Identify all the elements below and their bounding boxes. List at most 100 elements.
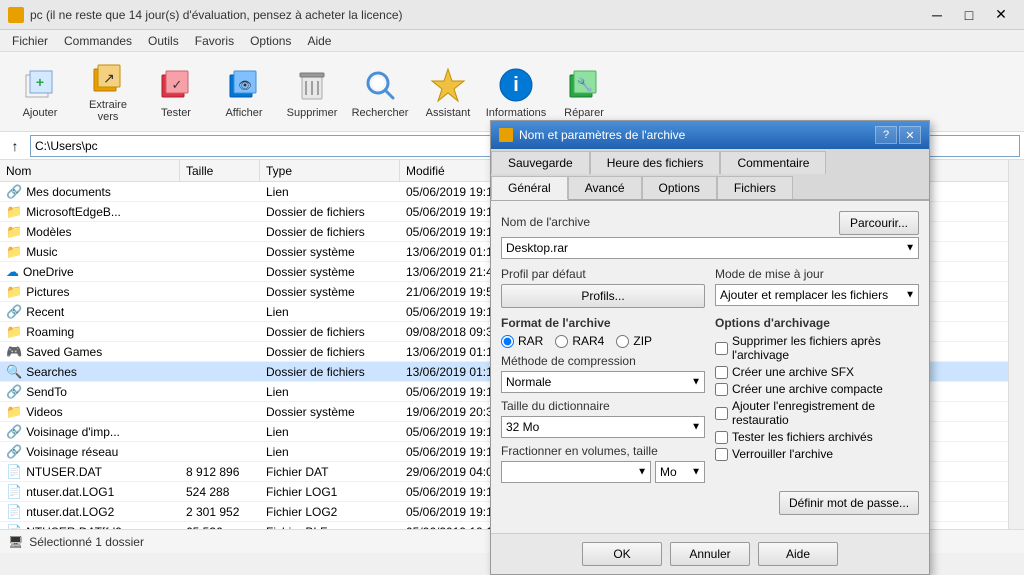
- col-nom[interactable]: Nom: [0, 160, 180, 181]
- help-button[interactable]: Aide: [758, 542, 838, 566]
- update-mode-select[interactable]: Ajouter et remplacer les fichiers: [715, 284, 919, 306]
- cell-type: Fichier DAT: [260, 462, 400, 481]
- cell-size: [180, 222, 260, 241]
- toolbar-reparer[interactable]: 🔧 Réparer: [552, 57, 616, 127]
- cell-type: Lien: [260, 302, 400, 321]
- toolbar-ajouter[interactable]: + Ajouter: [8, 57, 72, 127]
- archive-name-input[interactable]: [501, 237, 919, 259]
- dialog-title-bar: Nom et paramètres de l'archive ? ✕: [491, 121, 929, 149]
- window-title: pc (il ne reste que 14 jour(s) d'évaluat…: [30, 8, 403, 22]
- dialog-button-row: OK Annuler Aide: [491, 533, 929, 574]
- toolbar-tester[interactable]: ✓ Tester: [144, 57, 208, 127]
- repair-icon: 🔧: [564, 65, 604, 105]
- tab-heure[interactable]: Heure des fichiers: [590, 151, 721, 174]
- toolbar-supprimer[interactable]: Supprimer: [280, 57, 344, 127]
- title-bar: pc (il ne reste que 14 jour(s) d'évaluat…: [0, 0, 1024, 30]
- checkbox-sfx[interactable]: Créer une archive SFX: [715, 365, 919, 379]
- profile-label: Profil par défaut: [501, 267, 705, 281]
- checkbox-tester[interactable]: Tester les fichiers archivés: [715, 430, 919, 444]
- menu-outils[interactable]: Outils: [140, 32, 187, 50]
- cell-size: 2 301 952: [180, 502, 260, 521]
- cell-type: Lien: [260, 422, 400, 441]
- radio-rar[interactable]: RAR: [501, 334, 543, 348]
- cell-type: Dossier système: [260, 262, 400, 281]
- cell-name: 🔍Searches: [0, 362, 180, 381]
- volume-unit-select[interactable]: Mo: [655, 461, 705, 483]
- maximize-button[interactable]: □: [954, 4, 984, 26]
- cell-name: ☁OneDrive: [0, 262, 180, 281]
- nav-up-button[interactable]: ↑: [4, 135, 26, 157]
- col-taille[interactable]: Taille: [180, 160, 260, 181]
- menu-aide[interactable]: Aide: [299, 32, 339, 50]
- tab-avance[interactable]: Avancé: [568, 176, 642, 199]
- cancel-button[interactable]: Annuler: [670, 542, 750, 566]
- cell-type: Lien: [260, 382, 400, 401]
- cell-name: 📁Roaming: [0, 322, 180, 341]
- extract-icon: ↗: [88, 61, 128, 97]
- definir-password-button[interactable]: Définir mot de passe...: [779, 491, 919, 515]
- cell-name: 📄NTUSER.DAT[fd9...: [0, 522, 180, 529]
- cell-size: [180, 282, 260, 301]
- search-icon: [360, 65, 400, 105]
- profils-button[interactable]: Profils...: [501, 284, 705, 308]
- svg-text:🔧: 🔧: [577, 76, 593, 92]
- menu-fichier[interactable]: Fichier: [4, 32, 56, 50]
- toolbar-informations[interactable]: i Informations: [484, 57, 548, 127]
- tab-general[interactable]: Général: [491, 176, 568, 200]
- checkbox-supprimer[interactable]: Supprimer les fichiers après l'archivage: [715, 334, 919, 362]
- menu-favoris[interactable]: Favoris: [187, 32, 242, 50]
- cell-name: 🔗Mes documents: [0, 182, 180, 201]
- cell-name: 📄ntuser.dat.LOG2: [0, 502, 180, 521]
- toolbar-afficher[interactable]: 👁 Afficher: [212, 57, 276, 127]
- dialog-title-text: Nom et paramètres de l'archive: [519, 128, 685, 142]
- cell-size: [180, 422, 260, 441]
- toolbar-rechercher[interactable]: Rechercher: [348, 57, 412, 127]
- dialog-body: Nom de l'archive Parcourir... ▼ Profil p…: [491, 201, 929, 533]
- cell-size: 8 912 896: [180, 462, 260, 481]
- checkbox-restauration[interactable]: Ajouter l'enregistrement de restauratio: [715, 399, 919, 427]
- cell-size: [180, 342, 260, 361]
- status-text: Sélectionné 1 dossier: [29, 535, 144, 549]
- scrollbar[interactable]: [1008, 160, 1024, 529]
- cell-type: Dossier système: [260, 242, 400, 261]
- radio-zip[interactable]: ZIP: [616, 334, 652, 348]
- tab-options[interactable]: Options: [642, 176, 717, 199]
- cell-size: [180, 302, 260, 321]
- cell-size: [180, 322, 260, 341]
- menu-options[interactable]: Options: [242, 32, 299, 50]
- radio-rar4[interactable]: RAR4: [555, 334, 604, 348]
- toolbar-assistant-label: Assistant: [426, 107, 471, 119]
- tab-sauvegarde[interactable]: Sauvegarde: [491, 151, 590, 174]
- minimize-button[interactable]: ─: [922, 4, 952, 26]
- col-type[interactable]: Type: [260, 160, 400, 181]
- dialog-help-button[interactable]: ?: [875, 126, 897, 144]
- volume-select[interactable]: [501, 461, 651, 483]
- dialog-title-controls: ? ✕: [875, 126, 921, 144]
- tab-fichiers[interactable]: Fichiers: [717, 176, 793, 199]
- cell-type: Lien: [260, 442, 400, 461]
- menu-commandes[interactable]: Commandes: [56, 32, 140, 50]
- view-icon: 👁: [224, 65, 264, 105]
- cell-type: Dossier système: [260, 402, 400, 421]
- close-button[interactable]: ✕: [986, 4, 1016, 26]
- dialog-tabs: Sauvegarde Heure des fichiers Commentair…: [491, 149, 929, 201]
- toolbar-extraire[interactable]: ↗ Extraire vers: [76, 57, 140, 127]
- parcourir-button[interactable]: Parcourir...: [839, 211, 919, 235]
- ok-button[interactable]: OK: [582, 542, 662, 566]
- compression-select[interactable]: Normale: [501, 371, 705, 393]
- checkbox-compacte[interactable]: Créer une archive compacte: [715, 382, 919, 396]
- tab-commentaire[interactable]: Commentaire: [720, 151, 826, 174]
- cell-name: 📄NTUSER.DAT: [0, 462, 180, 481]
- toolbar-afficher-label: Afficher: [225, 107, 262, 119]
- dict-label: Taille du dictionnaire: [501, 399, 705, 413]
- info-icon: i: [496, 65, 536, 105]
- dialog-close-button[interactable]: ✕: [899, 126, 921, 144]
- cell-size: [180, 182, 260, 201]
- cell-size: 524 288: [180, 482, 260, 501]
- toolbar-rechercher-label: Rechercher: [352, 107, 409, 119]
- dict-select[interactable]: 32 Mo: [501, 416, 705, 438]
- checkbox-verrouiller[interactable]: Verrouiller l'archive: [715, 447, 919, 461]
- toolbar-ajouter-label: Ajouter: [23, 107, 58, 119]
- toolbar-assistant[interactable]: Assistant: [416, 57, 480, 127]
- volume-row: ▼ Mo ▼: [501, 461, 705, 483]
